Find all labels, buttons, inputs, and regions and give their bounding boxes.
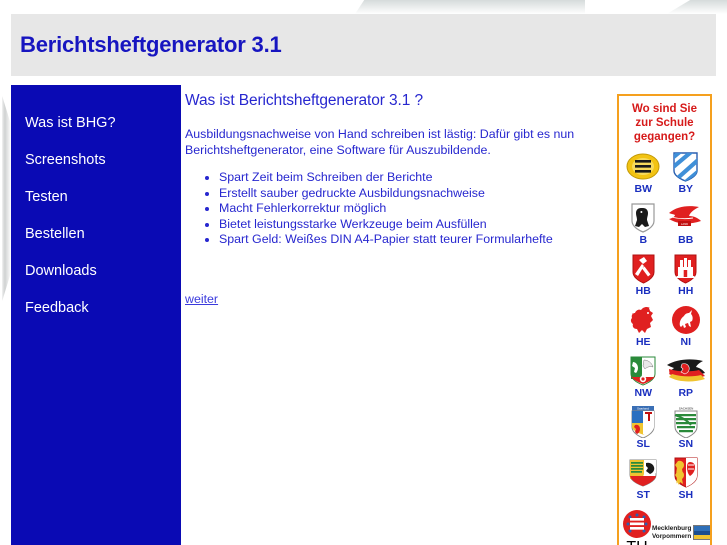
state-abbr: HB bbox=[635, 285, 651, 297]
crest-saarland-icon: Saarland bbox=[622, 405, 665, 438]
crest-bremen-icon bbox=[622, 252, 665, 285]
main-navigation-sidebar: Was ist BHG? Screenshots Testen Bestelle… bbox=[11, 85, 181, 545]
crest-thueringen-icon bbox=[622, 509, 652, 539]
state-abbr: B bbox=[639, 234, 648, 246]
svg-text:LAND: LAND bbox=[681, 221, 688, 225]
page-container: Berichtsheftgenerator 3.1 Was ist BHG? S… bbox=[11, 14, 716, 545]
state-abbr: RP bbox=[678, 387, 694, 399]
state-option-th-mv-row[interactable]: TH Mecklenburg Vorpommern bbox=[619, 507, 710, 545]
list-item: Macht Fehlerkorrektur möglich bbox=[219, 201, 600, 217]
capture-artifact-top-right bbox=[666, 0, 727, 14]
svg-text:Saarland: Saarland bbox=[637, 406, 649, 410]
state-abbr: BY bbox=[678, 183, 694, 195]
crest-berlin-icon bbox=[622, 201, 665, 234]
promo-headline: Wo sind Sie zur Schule gegangen? bbox=[632, 103, 697, 143]
state-abbr: SH bbox=[678, 489, 694, 501]
state-option-bw[interactable]: BW bbox=[622, 150, 665, 201]
crest-hessen-icon bbox=[622, 303, 665, 336]
state-abbr: ST bbox=[636, 489, 650, 501]
state-option-bb[interactable]: LAND BB bbox=[665, 201, 708, 252]
page-title: Berichtsheftgenerator 3.1 bbox=[20, 32, 282, 57]
mv-flag-icon bbox=[693, 525, 710, 540]
sidebar-item-testen[interactable]: Testen bbox=[11, 179, 181, 216]
state-abbr: BB bbox=[678, 234, 694, 246]
state-option-nw[interactable]: NW bbox=[622, 354, 665, 405]
sidebar-item-feedback[interactable]: Feedback bbox=[11, 290, 181, 327]
svg-text:SACHSEN: SACHSEN bbox=[678, 406, 693, 410]
state-abbr: NW bbox=[634, 387, 653, 399]
feature-list: Spart Zeit beim Schreiben der Berichte E… bbox=[185, 170, 600, 248]
state-option-st[interactable]: ST bbox=[622, 456, 665, 507]
state-abbr: NI bbox=[680, 336, 692, 348]
nav-list: Was ist BHG? Screenshots Testen Bestelle… bbox=[11, 105, 181, 327]
state-option-sn[interactable]: SACHSEN SN bbox=[665, 405, 708, 456]
crest-niedersachsen-icon bbox=[665, 303, 708, 336]
state-option-th[interactable]: TH bbox=[622, 509, 652, 545]
mv-label-line2: Vorpommern bbox=[652, 532, 692, 540]
site-header: Berichtsheftgenerator 3.1 bbox=[11, 14, 716, 76]
state-abbr: BW bbox=[634, 183, 653, 195]
state-abbr: TH bbox=[622, 539, 652, 545]
list-item: Spart Zeit beim Schreiben der Berichte bbox=[219, 170, 600, 186]
crest-rheinland-pfalz-icon bbox=[665, 354, 708, 387]
stayfriends-promo-widget[interactable]: Wo sind Sie zur Schule gegangen? BW BY B… bbox=[617, 94, 712, 545]
crest-bayern-icon bbox=[665, 150, 708, 183]
list-item: Erstellt sauber gedruckte Ausbildungsnac… bbox=[219, 186, 600, 202]
mv-label-line1: Mecklenburg bbox=[652, 525, 692, 533]
sidebar-item-bestellen[interactable]: Bestellen bbox=[11, 216, 181, 253]
capture-artifact-top-left bbox=[355, 0, 585, 14]
state-abbr: SL bbox=[636, 438, 650, 450]
mv-label: Mecklenburg Vorpommern bbox=[652, 525, 691, 540]
crest-sachsen-anhalt-icon bbox=[622, 456, 665, 489]
state-abbr: HH bbox=[678, 285, 694, 297]
state-option-by[interactable]: BY bbox=[665, 150, 708, 201]
weiter-link[interactable]: weiter bbox=[185, 292, 218, 306]
main-content: Was ist Berichtsheftgenerator 3.1 ? Ausb… bbox=[185, 92, 600, 308]
crest-hamburg-icon bbox=[665, 252, 708, 285]
list-item: Spart Geld: Weißes DIN A4-Papier statt t… bbox=[219, 232, 600, 248]
state-option-he[interactable]: HE bbox=[622, 303, 665, 354]
state-option-rp[interactable]: RP bbox=[665, 354, 708, 405]
content-intro-paragraph: Ausbildungsnachweise von Hand schreiben … bbox=[185, 127, 575, 157]
next-link-wrapper: weiter bbox=[185, 290, 600, 308]
crest-brandenburg-icon: LAND bbox=[665, 201, 708, 234]
crest-baden-wuerttemberg-icon bbox=[622, 150, 665, 183]
capture-artifact-left bbox=[2, 96, 11, 301]
sidebar-item-was-ist-bhg[interactable]: Was ist BHG? bbox=[11, 105, 181, 142]
state-crest-grid: BW BY B LAND BB HB HH HE NI NW RP Saarla… bbox=[619, 150, 710, 507]
state-option-sl[interactable]: Saarland SL bbox=[622, 405, 665, 456]
state-option-hh[interactable]: HH bbox=[665, 252, 708, 303]
state-option-ni[interactable]: NI bbox=[665, 303, 708, 354]
crest-sachsen-icon: SACHSEN bbox=[665, 405, 708, 438]
sidebar-item-downloads[interactable]: Downloads bbox=[11, 253, 181, 290]
state-abbr: HE bbox=[635, 336, 651, 348]
state-option-b[interactable]: B bbox=[622, 201, 665, 252]
crest-schleswig-holstein-icon bbox=[665, 456, 708, 489]
state-abbr: SN bbox=[678, 438, 694, 450]
list-item: Bietet leistungsstarke Werkzeuge beim Au… bbox=[219, 217, 600, 233]
content-heading: Was ist Berichtsheftgenerator 3.1 ? bbox=[185, 92, 424, 109]
state-option-hb[interactable]: HB bbox=[622, 252, 665, 303]
state-option-mecklenburg-vorpommern[interactable]: Mecklenburg Vorpommern bbox=[652, 525, 710, 540]
sidebar-item-screenshots[interactable]: Screenshots bbox=[11, 142, 181, 179]
state-option-sh[interactable]: SH bbox=[665, 456, 708, 507]
crest-nordrhein-westfalen-icon bbox=[622, 354, 665, 387]
